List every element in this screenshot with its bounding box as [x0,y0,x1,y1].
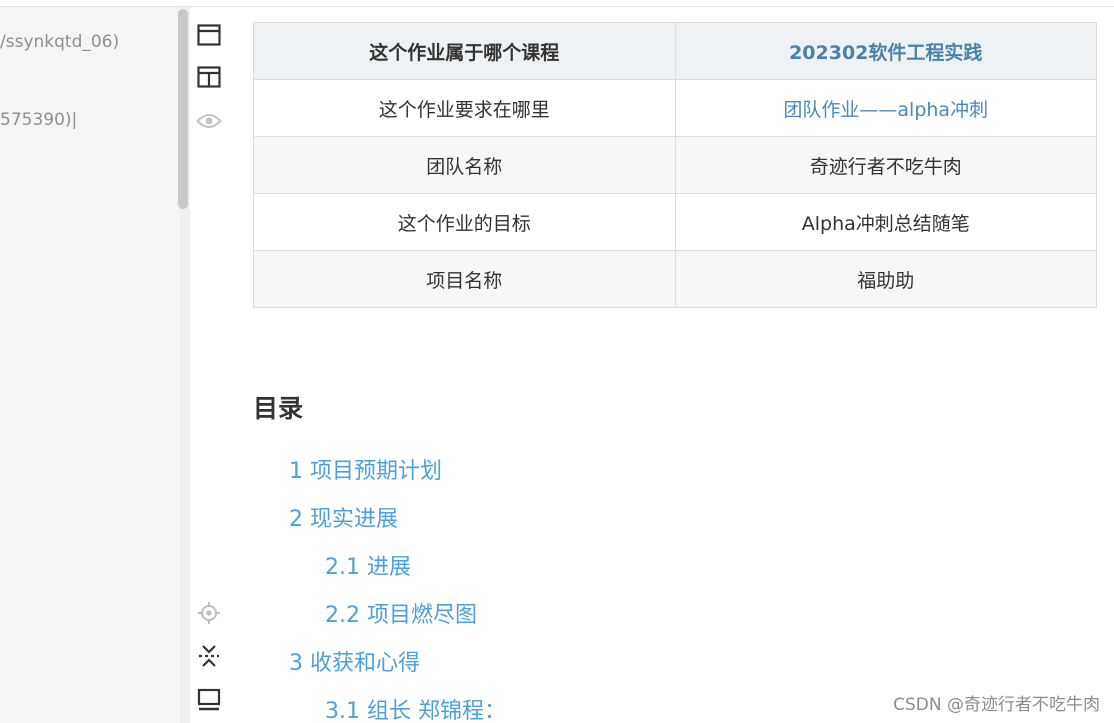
editor-text-line[interactable]: 575390)| [0,110,77,130]
table-row: 这个作业的目标 Alpha冲刺总结随笔 [253,193,1097,251]
table-cell: 团队作业——alpha冲刺 [674,79,1097,137]
course-link[interactable]: 202302软件工程实践 [674,22,1097,80]
table-cell: 福助助 [674,250,1097,308]
editor-text-line[interactable]: /ssynkqtd_06) [0,32,119,52]
assignment-link[interactable]: 团队作业——alpha冲刺 [783,99,988,121]
table-cell: 项目名称 [253,250,676,308]
collapse-icon[interactable] [196,643,222,669]
toc-item[interactable]: 2.1 进展 [325,549,411,581]
app-window: /ssynkqtd_06) 575390)| 这个作业属于哪个课程 202302… [0,0,1114,723]
table-cell: Alpha冲刺总结随笔 [674,193,1097,251]
csdn-watermark: CSDN @奇迹行者不吃牛肉 [893,695,1100,715]
table-cell: 这个作业要求在哪里 [253,79,676,137]
top-border [0,0,1114,7]
toc-item[interactable]: 2.2 项目燃尽图 [325,597,477,629]
eye-icon[interactable] [196,108,222,134]
info-table: 这个作业属于哪个课程 202302软件工程实践 这个作业要求在哪里 团队作业——… [253,22,1097,308]
toc-heading: 目录 [253,394,304,423]
split-view-icon[interactable] [196,64,222,90]
toc-item[interactable]: 3 收获和心得 [289,645,420,677]
table-cell: 奇迹行者不吃牛肉 [674,136,1097,194]
monitor-icon[interactable] [196,687,222,713]
toc-item[interactable]: 1 项目预期计划 [289,453,442,485]
single-column-icon[interactable] [196,22,222,48]
editor-pane[interactable]: /ssynkqtd_06) 575390)| [0,7,180,723]
toc-item[interactable]: 3.1 组长 郑锦程： [325,693,506,723]
table-cell: 这个作业的目标 [253,193,676,251]
editor-scrollbar-thumb[interactable] [178,9,188,209]
table-header-row: 这个作业属于哪个课程 202302软件工程实践 [253,22,1097,80]
toc-item[interactable]: 2 现实进展 [289,501,398,533]
table-header-cell: 这个作业属于哪个课程 [253,22,676,80]
table-row: 项目名称 福助助 [253,250,1097,308]
preview-toolbar [190,7,228,723]
table-row: 团队名称 奇迹行者不吃牛肉 [253,136,1097,194]
table-cell: 团队名称 [253,136,676,194]
locate-icon[interactable] [196,600,222,626]
markdown-preview: 这个作业属于哪个课程 202302软件工程实践 这个作业要求在哪里 团队作业——… [228,7,1114,723]
table-row: 这个作业要求在哪里 团队作业——alpha冲刺 [253,79,1097,137]
